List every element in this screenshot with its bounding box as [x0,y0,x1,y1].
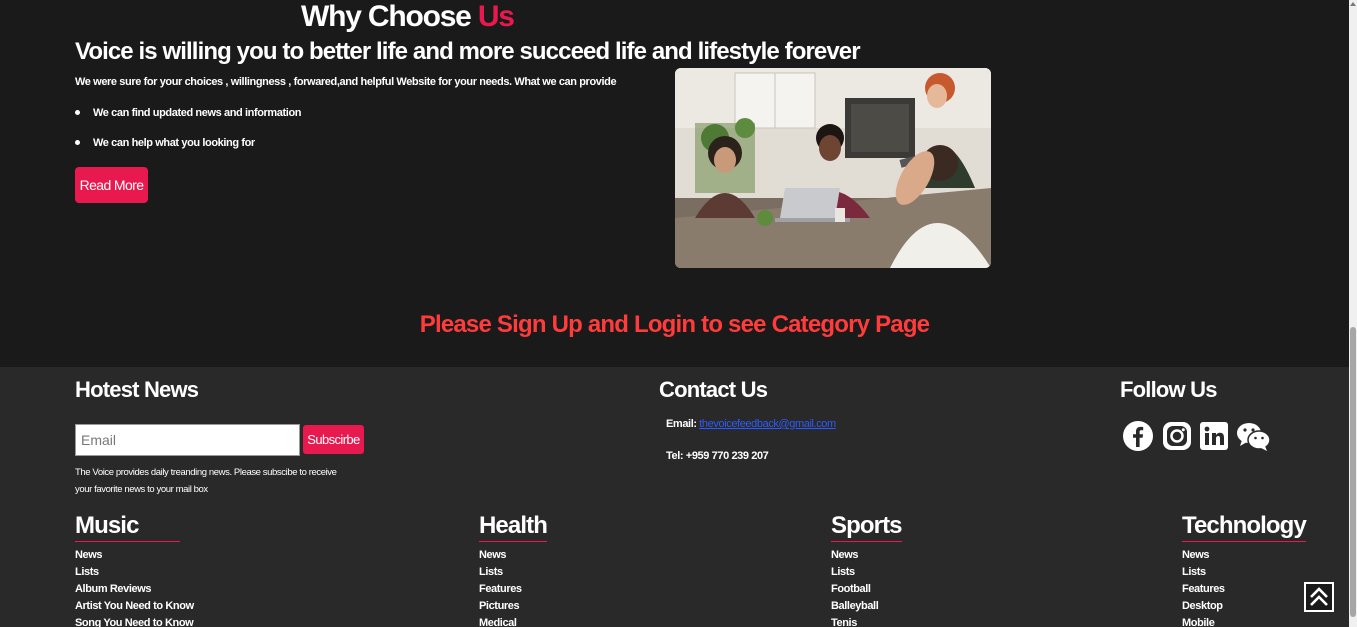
bullet-icon [75,110,80,115]
category-link[interactable]: Lists [75,564,194,581]
newsletter-note: The Voice provides daily treanding news.… [75,467,337,495]
category-link[interactable]: News [75,547,194,564]
category-technology-list: News Lists Features Desktop Mobile [1182,547,1306,627]
category-link[interactable]: Features [479,581,547,598]
bullet-icon [75,140,80,145]
category-link[interactable]: Lists [831,564,902,581]
category-link[interactable]: Lists [479,564,547,581]
hotest-news-title: Hotest News [75,377,199,402]
category-link[interactable]: Album Reviews [75,581,194,598]
category-link[interactable]: Desktop [1182,598,1306,615]
category-link[interactable]: Features [1182,581,1306,598]
category-music-title: Music [75,512,180,542]
contact-email-link[interactable]: thevoicefeedback@gmail.com [699,418,836,430]
site-footer: Hotest News Subscirbe The Voice provides… [0,367,1349,627]
newsletter-email-input[interactable] [75,424,300,456]
team-meeting-photo [675,68,991,268]
scrollbar-thumb[interactable] [1350,327,1356,617]
facebook-icon[interactable] [1122,420,1154,452]
category-music-list: News Lists Album Reviews Artist You Need… [75,547,194,627]
why-choose-list: We can find updated news and information… [75,106,302,166]
category-link[interactable]: Mobile [1182,615,1306,627]
category-link[interactable]: Medical [479,615,547,627]
list-item-text: We can find updated news and information [93,107,302,119]
category-health-title: Health [479,512,548,542]
signup-login-message: Please Sign Up and Login to see Category… [419,311,930,338]
category-music: Music News Lists Album Reviews Artist Yo… [75,512,194,627]
category-link[interactable]: Pictures [479,598,547,615]
scroll-up-arrow-icon[interactable] [1350,2,1356,6]
category-link[interactable]: Tenis [831,615,902,627]
category-sports-list: News Lists Football Balleyball Tenis [831,547,902,627]
why-choose-section: Why Choose Us Voice is willing you to be… [0,0,1349,367]
list-item: We can help what you looking for [75,136,301,166]
category-link[interactable]: Artist You Need to Know [75,598,194,615]
category-link[interactable]: Balleyball [831,598,902,615]
why-choose-title-accent: Us [477,0,515,33]
contact-us-title: Contact Us [659,377,768,402]
why-choose-subtitle: Voice is willing you to better life and … [75,38,861,65]
category-link[interactable]: News [479,547,547,564]
category-sports: Sports News Lists Football Balleyball Te… [831,512,903,627]
category-sports-title: Sports [831,512,903,542]
list-item-text: We can help what you looking for [93,137,255,149]
follow-us-title: Follow Us [1120,377,1218,402]
instagram-icon[interactable] [1161,420,1193,452]
category-technology: Technology News Lists Features Desktop M… [1182,512,1307,627]
team-meeting-illustration [675,68,991,268]
why-choose-intro: We were sure for your choices , willingn… [75,76,617,88]
category-link[interactable]: News [831,547,902,564]
list-item: We can find updated news and information [75,106,302,136]
category-health: Health News Lists Features Pictures Medi… [479,512,548,627]
category-link[interactable]: Song You Need to Know [75,615,194,627]
read-more-button[interactable]: Read More [75,167,148,203]
subscribe-button[interactable]: Subscirbe [303,425,364,454]
double-chevron-up-icon [1310,587,1328,606]
why-choose-title-text: Why Choose [301,0,478,33]
page-scrollbar[interactable] [1349,0,1357,627]
why-choose-title: Why Choose Us [301,0,515,34]
category-health-list: News Lists Features Pictures Medical [479,547,547,627]
category-link[interactable]: Football [831,581,902,598]
contact-email-label: Email: [666,418,700,430]
contact-tel: Tel: +959 770 239 207 [666,450,769,462]
category-link[interactable]: News [1182,547,1306,564]
scroll-to-top-button[interactable] [1304,582,1334,612]
category-technology-title: Technology [1182,512,1307,542]
category-link[interactable]: Lists [1182,564,1306,581]
linkedin-icon[interactable] [1198,420,1230,452]
contact-email: Email: thevoicefeedback@gmail.com [666,418,836,430]
wechat-icon[interactable] [1236,420,1272,452]
